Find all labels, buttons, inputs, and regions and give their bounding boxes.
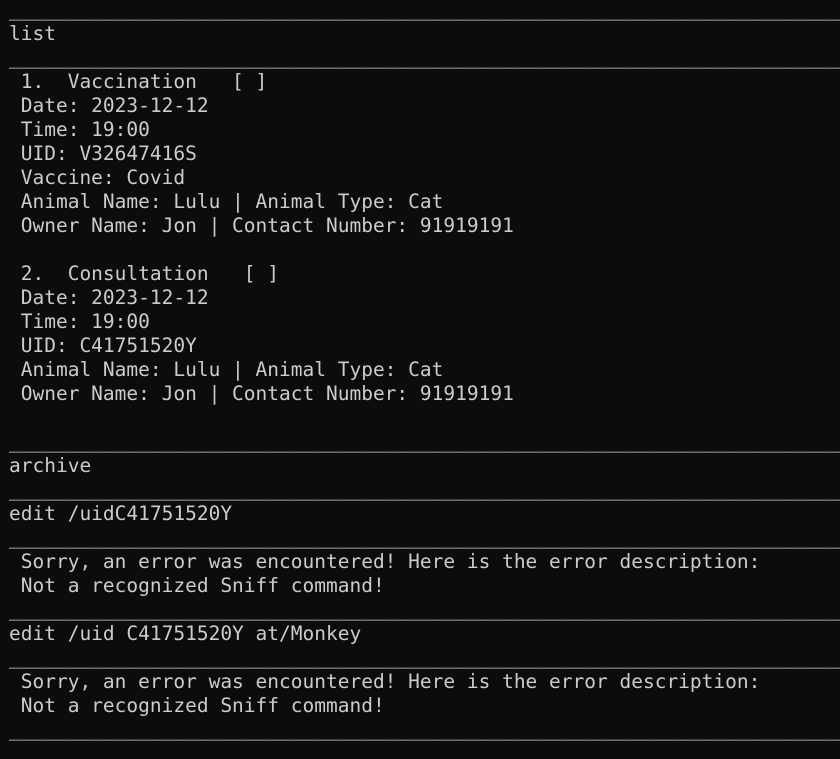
terminal-line: Time: 19:00 [9, 118, 150, 141]
terminal-line: Animal Name: Lulu | Animal Type: Cat [9, 190, 444, 213]
error-message: Sorry, an error was encountered! Here is… [9, 550, 761, 573]
terminal-line: 2. Consultation [ ] [9, 262, 280, 285]
terminal-line: Not a recognized Sniff command! [9, 694, 385, 717]
separator-line: ________________________________________… [9, 526, 840, 549]
separator-line: ________________________________________… [9, 46, 840, 69]
terminal-line: Owner Name: Jon | Contact Number: 919191… [9, 382, 514, 405]
command-line: edit /uid C41751520Y at/Monkey [9, 622, 362, 645]
terminal-line: Date: 2023-12-12 [9, 94, 209, 117]
separator-line: ________________________________________… [9, 646, 840, 669]
terminal-line: UID: C41751520Y [9, 334, 197, 357]
separator-line: ________________________________________… [9, 430, 840, 453]
terminal-line: Animal Name: Lulu | Animal Type: Cat [9, 358, 444, 381]
terminal-line: Owner Name: Jon | Contact Number: 919191… [9, 214, 514, 237]
separator-line: ________________________________________… [9, 598, 840, 621]
terminal-line: Time: 19:00 [9, 310, 150, 333]
separator-line: ________________________________________… [9, 718, 840, 741]
error-message: Sorry, an error was encountered! Here is… [9, 670, 761, 693]
command-line: edit /uidC41751520Y [9, 502, 233, 525]
terminal-output: ________________________________________… [9, 0, 840, 742]
separator-line: ________________________________________… [9, 0, 840, 21]
command-line: archive [9, 454, 92, 477]
terminal-line: Not a recognized Sniff command! [9, 574, 385, 597]
terminal-line: Date: 2023-12-12 [9, 286, 209, 309]
terminal-line: Vaccine: Covid [9, 166, 186, 189]
terminal-line: 1. Vaccination [ ] [9, 70, 268, 93]
separator-line: ________________________________________… [9, 478, 840, 501]
command-line: list [9, 22, 56, 45]
terminal-line: UID: V32647416S [9, 142, 197, 165]
